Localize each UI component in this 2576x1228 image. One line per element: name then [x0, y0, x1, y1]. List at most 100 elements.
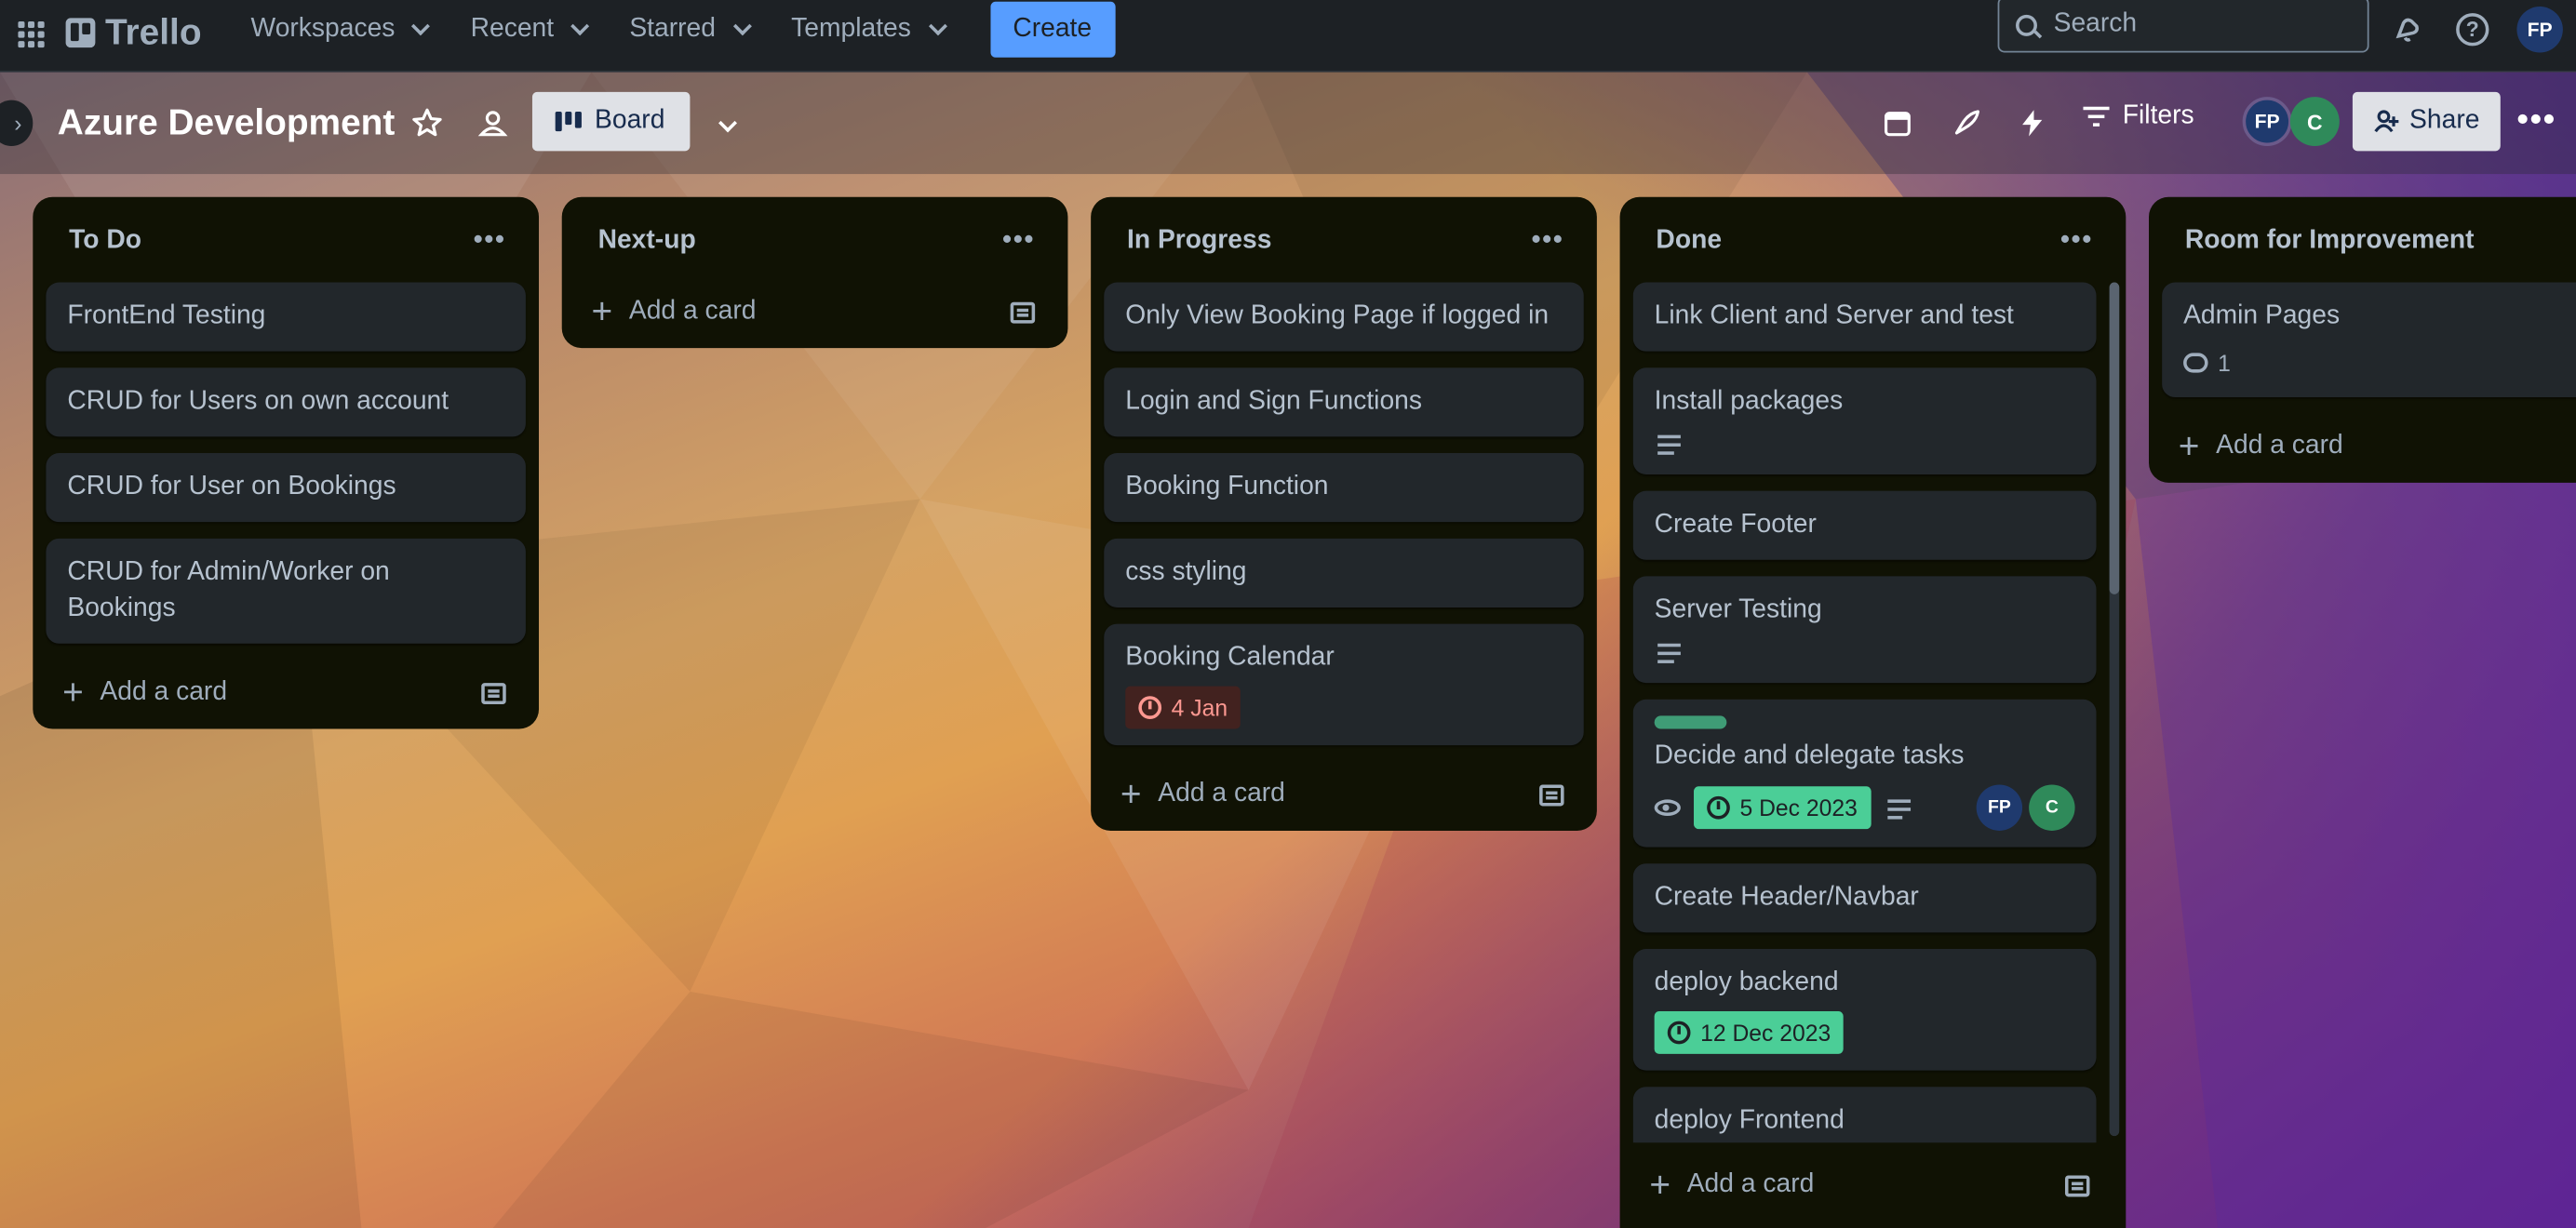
add-card-button[interactable]: + Add a card: [2162, 410, 2576, 483]
card[interactable]: Link Client and Server and test: [1632, 282, 2097, 352]
workspace-visibility-icon[interactable]: [472, 101, 515, 144]
card[interactable]: Admin Pages 1: [2162, 282, 2576, 398]
list-menu-icon[interactable]: •••: [463, 223, 516, 260]
description-icon: [1657, 643, 1681, 663]
plus-icon: +: [1649, 1164, 1671, 1206]
card-label[interactable]: [1654, 715, 1727, 729]
member-avatar[interactable]: C: [2289, 97, 2340, 147]
plus-icon: +: [2178, 425, 2200, 467]
add-card-button[interactable]: + Add a card: [1104, 758, 1583, 831]
card-title: Booking Function: [1125, 473, 1329, 501]
card-title: Login and Sign Functions: [1125, 387, 1423, 416]
power-ups-rocket-icon[interactable]: [1945, 101, 1988, 144]
card-title: CRUD for User on Bookings: [67, 473, 396, 501]
card-badges: 12 Dec 2023: [1654, 1011, 2075, 1054]
card-title: Link Client and Server and test: [1654, 301, 2014, 330]
comment-icon: [2183, 353, 2208, 373]
templates-menu[interactable]: Templates: [775, 4, 960, 53]
list-menu-icon[interactable]: •••: [993, 223, 1045, 260]
chevron-down-icon: [570, 16, 590, 35]
card[interactable]: Booking Function: [1104, 453, 1584, 523]
member-avatar[interactable]: FP: [2242, 97, 2292, 147]
card[interactable]: deploy backend 12 Dec 2023: [1632, 948, 2097, 1071]
chevron-down-icon: [928, 16, 947, 35]
help-icon[interactable]: ?: [2451, 8, 2494, 51]
member-avatar[interactable]: C: [2029, 784, 2075, 831]
clock-icon: [1667, 1021, 1691, 1045]
list-title[interactable]: In Progress: [1127, 227, 1271, 257]
card-template-icon[interactable]: [481, 682, 506, 704]
card[interactable]: Create Header/Navbar: [1632, 863, 2097, 933]
board-title[interactable]: Azure Development: [58, 101, 396, 144]
card-badges: [1655, 638, 2075, 666]
card[interactable]: FrontEnd Testing: [46, 282, 526, 352]
card[interactable]: Booking Calendar 4 Jan: [1104, 623, 1584, 746]
due-date-badge[interactable]: 4 Jan: [1125, 686, 1241, 729]
list-title[interactable]: Next-up: [598, 227, 696, 257]
card[interactable]: Create Footer: [1632, 490, 2097, 560]
due-date-text: 4 Jan: [1171, 694, 1228, 721]
list-title[interactable]: Room for Improvement: [2185, 227, 2475, 257]
templates-label: Templates: [791, 13, 911, 42]
automation-lightning-icon[interactable]: [2011, 101, 2054, 144]
card-template-icon[interactable]: [1010, 300, 1036, 323]
search-input[interactable]: Search: [1997, 0, 2369, 53]
list-in-progress: In Progress ••• Only View Booking Page i…: [1091, 196, 1597, 831]
chevron-down-icon[interactable]: [706, 101, 749, 144]
list-done: Done ••• Link Client and Server and test…: [1619, 196, 2127, 1228]
list-header: Next-up •••: [575, 210, 1054, 273]
notifications-bell-icon[interactable]: [2385, 8, 2428, 51]
card[interactable]: Decide and delegate tasks 5 Dec 2023 FP …: [1632, 699, 2097, 848]
add-card-button[interactable]: + Add a card: [1633, 1149, 2110, 1221]
card-title: CRUD for Users on own account: [67, 387, 449, 416]
star-icon[interactable]: [406, 101, 449, 144]
create-button[interactable]: Create: [989, 0, 1115, 57]
card-title: Create Footer: [1654, 510, 1817, 539]
search-icon: [2016, 13, 2037, 35]
card[interactable]: Server Testing: [1632, 576, 2097, 684]
due-date-badge[interactable]: 12 Dec 2023: [1654, 1011, 1845, 1054]
starred-menu[interactable]: Starred: [613, 4, 765, 53]
card[interactable]: CRUD for Users on own account: [46, 367, 526, 437]
board-menu-icon[interactable]: •••: [2516, 101, 2556, 140]
card[interactable]: Login and Sign Functions: [1104, 367, 1584, 437]
board-view-button[interactable]: Board: [531, 91, 691, 152]
chevron-down-icon: [732, 16, 752, 35]
workspaces-menu[interactable]: Workspaces: [235, 4, 444, 53]
member-avatar[interactable]: FP: [1976, 784, 2023, 831]
filters-button[interactable]: Filters: [2083, 101, 2194, 131]
add-card-button[interactable]: + Add a card: [46, 657, 525, 729]
card[interactable]: CRUD for Admin/Worker on Bookings: [46, 538, 526, 644]
recent-label: Recent: [470, 13, 555, 42]
due-date-badge[interactable]: 5 Dec 2023: [1694, 786, 1871, 830]
list-title[interactable]: To Do: [69, 227, 141, 257]
card-template-icon[interactable]: [1539, 783, 1564, 806]
list-scrollbar-thumb[interactable]: [2109, 282, 2120, 594]
card[interactable]: deploy Frontend: [1632, 1087, 2097, 1143]
card[interactable]: CRUD for User on Bookings: [46, 453, 526, 523]
trello-logo[interactable]: Trello: [65, 10, 202, 53]
list-title[interactable]: Done: [1656, 227, 1722, 257]
card[interactable]: Only View Booking Page if logged in: [1104, 282, 1584, 352]
card-title: deploy Frontend: [1654, 1106, 1845, 1135]
list-menu-icon[interactable]: •••: [2050, 223, 2102, 260]
add-card-button[interactable]: + Add a card: [575, 275, 1054, 348]
list-header: Done •••: [1633, 210, 2113, 273]
add-member-icon: [2373, 110, 2398, 133]
card-badges: 1: [2183, 345, 2576, 381]
add-card-label: Add a card: [100, 677, 228, 706]
card-title: Decide and delegate tasks: [1654, 741, 1965, 770]
expand-sidebar-button[interactable]: ›: [0, 100, 34, 147]
card[interactable]: Install packages: [1632, 367, 2097, 474]
add-card-label: Add a card: [2216, 432, 2343, 460]
card-title: CRUD for Admin/Worker on Bookings: [67, 557, 390, 622]
account-avatar[interactable]: FP: [2516, 7, 2563, 53]
recent-menu[interactable]: Recent: [454, 4, 603, 53]
card-template-icon[interactable]: [2064, 1174, 2090, 1196]
app-switcher-icon[interactable]: [13, 16, 46, 48]
share-button[interactable]: Share: [2352, 91, 2501, 152]
calendar-power-up-icon[interactable]: [1876, 101, 1919, 144]
card[interactable]: css styling: [1104, 538, 1584, 607]
list-menu-icon[interactable]: •••: [1522, 223, 1574, 260]
card-badges: 4 Jan: [1125, 686, 1563, 729]
